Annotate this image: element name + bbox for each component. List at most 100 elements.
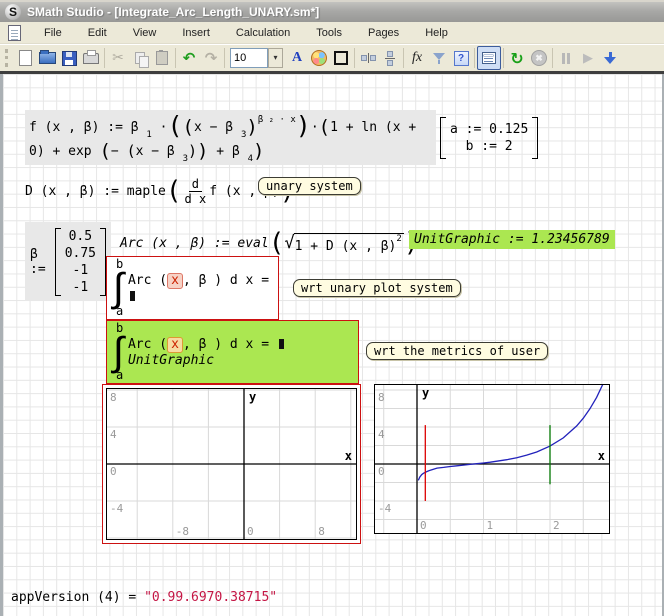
unit-graphic-definition[interactable]: UnitGraphic := 1.23456789 xyxy=(409,230,615,249)
svg-text:0: 0 xyxy=(247,525,254,538)
integral-sign: b ∫ a xyxy=(113,259,124,317)
svg-text:0: 0 xyxy=(378,465,385,478)
integral-unitgraphic[interactable]: b ∫ a Arc (x, β ) d x = UnitGraphic xyxy=(106,320,359,384)
toolbar-separator xyxy=(224,48,225,68)
app-logo-icon: S xyxy=(5,4,21,20)
beta-matrix: 0.50.75-1-1 xyxy=(55,228,106,296)
menu-items: FileEditViewInsertCalculationToolsPagesH… xyxy=(31,24,461,42)
label-wrt-unary-plot-system[interactable]: wrt unary plot system xyxy=(293,279,461,297)
formula-f-definition[interactable]: f (x , β) := β 1 ·((x − β 3)β ₂ · x)·(1 … xyxy=(25,110,436,165)
menu-bar: FileEditViewInsertCalculationToolsPagesH… xyxy=(0,22,664,44)
beta-values: 0.50.75-1-1 xyxy=(65,228,96,296)
svg-text:0: 0 xyxy=(420,519,427,532)
document-icon[interactable] xyxy=(8,25,21,41)
plot-area[interactable]: -808840-4yx xyxy=(106,388,357,540)
filter-icon[interactable] xyxy=(428,47,450,69)
stop-icon[interactable]: ✖ xyxy=(528,47,550,69)
palette-icon[interactable] xyxy=(308,47,330,69)
label-unary-system[interactable]: unary system xyxy=(258,177,361,195)
plot-area[interactable]: 012840-4yx xyxy=(374,384,610,534)
cut-icon[interactable]: ✂ xyxy=(107,47,129,69)
toolbar-separator xyxy=(552,48,553,68)
open-paren: ( xyxy=(269,228,285,258)
beta-vector-definition[interactable]: β := 0.50.75-1-1 xyxy=(25,222,111,301)
menu-item-tools[interactable]: Tools xyxy=(303,24,355,42)
font-size-combo[interactable]: 10 ▾ xyxy=(230,48,283,68)
menu-item-edit[interactable]: Edit xyxy=(75,24,120,42)
menu-item-calculation[interactable]: Calculation xyxy=(223,24,303,42)
svg-text:0: 0 xyxy=(110,465,117,478)
toolbar-separator xyxy=(403,48,404,68)
formula-arc-definition[interactable]: Arc (x , β) := eval ( √ 1 + D (x , β)2 ) xyxy=(120,228,419,258)
appversion-lhs: appVersion (4) = xyxy=(11,590,144,605)
menu-item-file[interactable]: File xyxy=(31,24,75,42)
print-icon[interactable] xyxy=(80,47,102,69)
redo-icon[interactable]: ↷ xyxy=(200,47,222,69)
sidebar-toggle-icon[interactable] xyxy=(477,46,501,70)
toolbar: ✂ ↶ ↷ 10 ▾ A fx ? ↻ ✖ ▶ xyxy=(0,44,664,71)
svg-text:-4: -4 xyxy=(378,502,392,515)
formula-d-pre: D (x , β) := maple xyxy=(25,184,166,199)
svg-text:-8: -8 xyxy=(176,525,189,538)
derivative-fraction: d d x xyxy=(185,177,207,206)
error-variable-x[interactable]: x xyxy=(167,273,183,289)
menu-item-pages[interactable]: Pages xyxy=(355,24,412,42)
svg-text:x: x xyxy=(598,449,605,463)
error-variable-x[interactable]: x xyxy=(167,337,183,353)
svg-text:8: 8 xyxy=(378,391,385,404)
menu-item-insert[interactable]: Insert xyxy=(169,24,223,42)
function-icon[interactable]: fx xyxy=(406,47,428,69)
toolbar-separator xyxy=(104,48,105,68)
open-icon[interactable] xyxy=(36,47,58,69)
title-bar: S SMath Studio - [Integrate_Arc_Length_U… xyxy=(0,0,664,22)
result-placeholder xyxy=(279,339,284,349)
help-icon[interactable]: ? xyxy=(450,47,472,69)
plot-function-curve[interactable]: 012840-4yx xyxy=(374,384,610,534)
pause-icon[interactable] xyxy=(555,47,577,69)
chevron-down-icon[interactable]: ▾ xyxy=(268,48,283,68)
ab-bounds-system[interactable]: a := 0.125b := 2 xyxy=(440,117,538,159)
formula-d-definition[interactable]: D (x , β) := maple ( d d x f (x , β) ) xyxy=(25,172,295,210)
toolbar-separator xyxy=(175,48,176,68)
align-horizontal-icon[interactable] xyxy=(357,47,379,69)
right-bracket xyxy=(532,117,538,159)
svg-text:2: 2 xyxy=(553,519,560,532)
font-color-icon[interactable]: A xyxy=(286,47,308,69)
border-icon[interactable] xyxy=(330,47,352,69)
appversion-value: "0.99.6970.38715" xyxy=(144,590,277,605)
appversion-result[interactable]: appVersion (4) = "0.99.6970.38715" xyxy=(11,590,277,605)
left-bracket xyxy=(440,117,446,159)
formula-arc-pre: Arc (x , β) := eval xyxy=(120,236,269,251)
formula-f-expression: f (x , β) := β 1 ·((x − β 3)β ₂ · x)·(1 … xyxy=(29,111,436,164)
step-icon[interactable] xyxy=(599,47,621,69)
result-placeholder xyxy=(130,291,135,301)
copy-icon[interactable] xyxy=(129,47,151,69)
svg-text:8: 8 xyxy=(110,391,117,404)
svg-text:1: 1 xyxy=(487,519,494,532)
svg-text:y: y xyxy=(422,386,429,400)
worksheet[interactable]: f (x , β) := β 1 ·((x − β 3)β ₂ · x)·(1 … xyxy=(0,74,664,616)
font-size-value[interactable]: 10 xyxy=(230,48,268,68)
integral-unary[interactable]: b ∫ a Arc (x, β ) d x = xyxy=(106,256,279,320)
toolbar-separator xyxy=(474,48,475,68)
save-icon[interactable] xyxy=(58,47,80,69)
label-wrt-metrics-of-user[interactable]: wrt the metrics of user xyxy=(366,342,548,360)
sqrt-radicand: 1 + D (x , β)2 xyxy=(294,233,404,254)
undo-icon[interactable]: ↶ xyxy=(178,47,200,69)
toolbar-grip[interactable] xyxy=(5,49,11,67)
toolbar-separator xyxy=(354,48,355,68)
ab-bounds-lines: a := 0.125b := 2 xyxy=(450,121,528,155)
svg-text:-4: -4 xyxy=(110,502,124,515)
svg-text:4: 4 xyxy=(378,428,385,441)
paste-icon[interactable] xyxy=(151,47,173,69)
play-icon[interactable]: ▶ xyxy=(577,47,599,69)
svg-text:4: 4 xyxy=(110,428,117,441)
menu-item-view[interactable]: View xyxy=(120,24,170,42)
align-vertical-icon[interactable] xyxy=(379,47,401,69)
svg-text:y: y xyxy=(249,390,256,404)
menu-item-help[interactable]: Help xyxy=(412,24,461,42)
refresh-icon[interactable]: ↻ xyxy=(506,47,528,69)
toolbar-separator xyxy=(503,48,504,68)
new-icon[interactable] xyxy=(14,47,36,69)
plot-unary-empty[interactable]: -808840-4yx xyxy=(102,384,361,544)
